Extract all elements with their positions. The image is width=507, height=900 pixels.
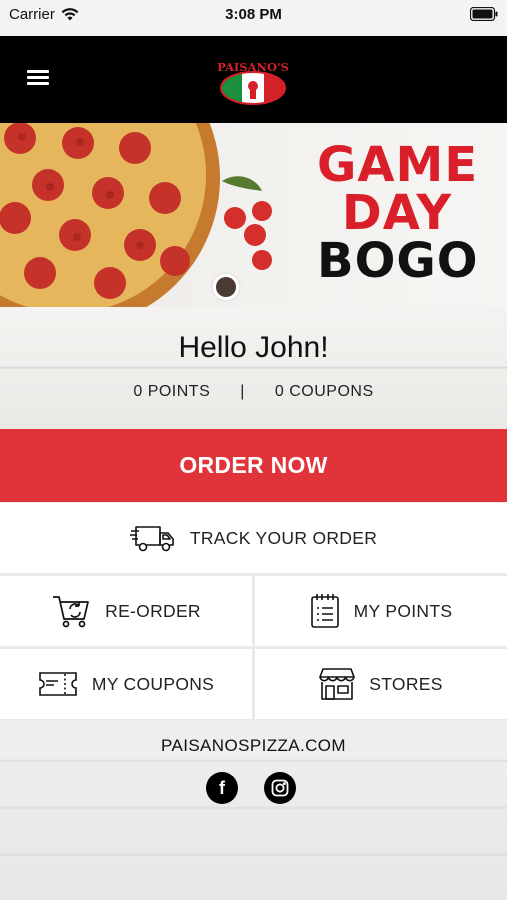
my-points-label: MY POINTS — [353, 600, 453, 621]
shopping-cart-refresh-icon — [51, 593, 91, 629]
promo-headline: GAME DAY BOGO — [317, 137, 479, 289]
reorder-button[interactable]: RE-ORDER — [0, 576, 252, 646]
points-list-icon — [310, 593, 340, 629]
ticket-icon — [38, 670, 78, 698]
reorder-label: RE-ORDER — [105, 600, 201, 621]
website-link[interactable]: PAISANOSPIZZA.COM — [0, 736, 507, 756]
track-order-label: TRACK YOUR ORDER — [189, 527, 378, 548]
stats-separator: | — [240, 383, 245, 400]
promo-line-3: BOGO — [317, 233, 479, 289]
my-coupons-button[interactable]: MY COUPONS — [0, 649, 252, 719]
points-count[interactable]: 0 POINTS — [133, 383, 210, 401]
order-now-button[interactable]: ORDER NOW — [0, 429, 507, 502]
paisanos-logo[interactable]: PAISANO'S — [212, 56, 294, 106]
my-coupons-label: MY COUPONS — [91, 673, 215, 694]
rewards-stats: 0 POINTS | 0 COUPONS — [0, 383, 507, 401]
stores-button[interactable]: STORES — [255, 649, 507, 719]
clock: 3:08 PM — [225, 6, 282, 23]
track-order-button[interactable]: TRACK YOUR ORDER — [0, 503, 507, 573]
stores-label: STORES — [369, 673, 443, 694]
promo-banner[interactable]: GAME DAY BOGO — [0, 123, 507, 307]
account-summary: Hello John! 0 POINTS | 0 COUPONS — [0, 307, 507, 429]
nav-bar: PAISANO'S — [0, 36, 507, 123]
battery-icon — [469, 6, 498, 25]
facebook-icon[interactable]: f — [206, 772, 238, 804]
my-points-button[interactable]: MY POINTS — [255, 576, 507, 646]
menu-icon[interactable] — [27, 70, 49, 88]
pizza-image — [0, 123, 272, 307]
promo-line-1: GAME — [317, 137, 479, 193]
storefront-icon — [319, 667, 356, 701]
greeting-text: Hello John! — [178, 331, 329, 364]
tomatoes — [224, 201, 272, 270]
coupons-count[interactable]: 0 COUPONS — [275, 383, 374, 401]
instagram-icon[interactable] — [264, 772, 296, 804]
promo-line-2: DAY — [341, 185, 453, 241]
delivery-truck-icon — [129, 523, 176, 553]
svg-text:PAISANO'S: PAISANO'S — [217, 60, 289, 74]
status-bar: Carrier 3:08 PM — [0, 0, 507, 36]
